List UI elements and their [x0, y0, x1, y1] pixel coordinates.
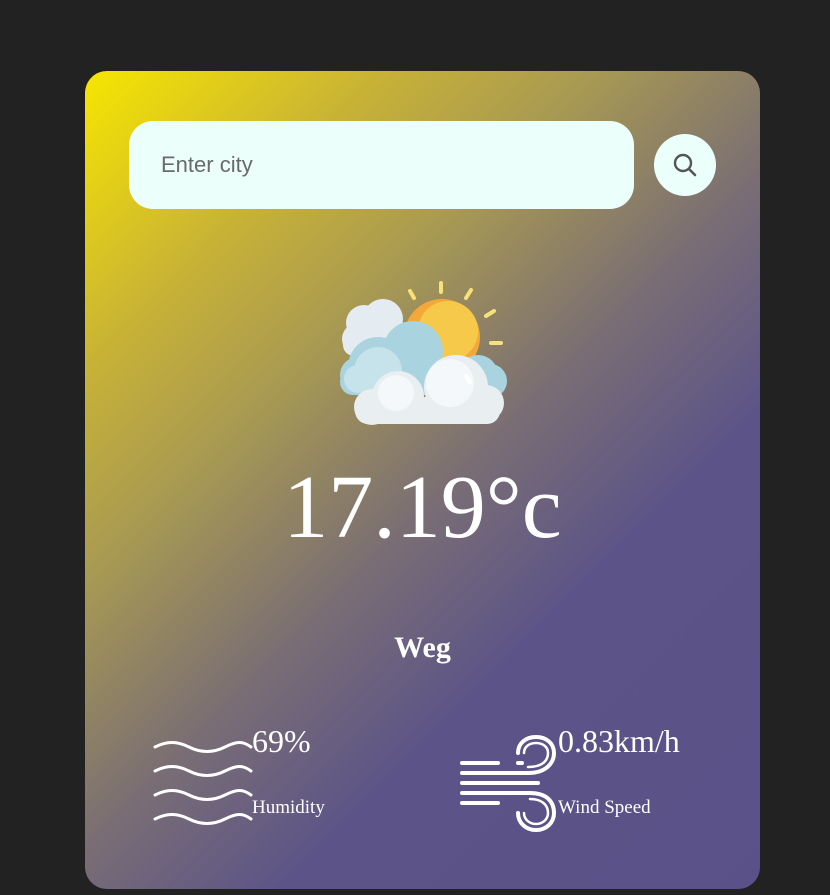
humidity-label: Humidity [252, 797, 325, 818]
temperature-value: 17.19°c [283, 458, 562, 557]
wind-icon [460, 735, 557, 833]
search-icon [673, 153, 697, 177]
wind-speed-label: Wind Speed [558, 797, 651, 818]
humidity-waves-icon [153, 741, 253, 825]
weather-card: 17.19°c Weg 69% Humidity 0.83km/h Wind S… [85, 71, 760, 889]
wind-speed-value: 0.83km/h [558, 723, 680, 759]
search-button[interactable] [654, 134, 716, 196]
humidity-value: 69% [252, 723, 311, 759]
partly-cloudy-sun-icon [340, 281, 507, 425]
city-search-input[interactable] [129, 121, 634, 209]
city-name: Weg [394, 631, 451, 664]
